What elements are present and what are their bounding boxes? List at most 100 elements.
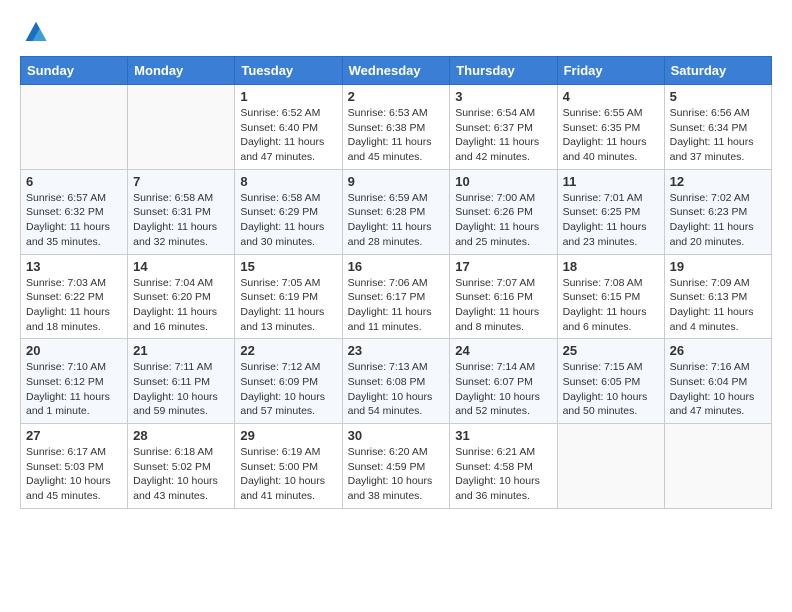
- calendar-cell: 21 Sunrise: 7:11 AM Sunset: 6:11 PM Dayli…: [128, 339, 235, 424]
- calendar-cell: 24Sunrise: 7:14 AM Sunset: 6:07 PM Dayli…: [450, 339, 557, 424]
- day-number: 27: [26, 428, 122, 443]
- day-number: 16: [348, 259, 445, 274]
- day-detail: Sunrise: 7:13 AM Sunset: 6:08 PM Dayligh…: [348, 360, 445, 419]
- day-number: 4: [563, 89, 659, 104]
- calendar-cell: 17 Sunrise: 7:07 AM Sunset: 6:16 PM Dayli…: [450, 254, 557, 339]
- day-detail: Sunrise: 6:55 AM Sunset: 6:35 PM Dayligh…: [563, 106, 659, 165]
- day-detail: Sunrise: 6:21 AM Sunset: 4:58 PM Dayligh…: [455, 445, 551, 504]
- day-number: 17: [455, 259, 551, 274]
- calendar-cell: 22Sunrise: 7:12 AM Sunset: 6:09 PM Dayli…: [235, 339, 342, 424]
- day-detail: Sunrise: 7:00 AM Sunset: 6:26 PM Dayligh…: [455, 191, 551, 250]
- day-number: 12: [670, 174, 766, 189]
- calendar-week-row: 20 Sunrise: 7:10 AM Sunset: 6:12 PM Dayli…: [21, 339, 772, 424]
- day-detail: Sunrise: 6:56 AM Sunset: 6:34 PM Dayligh…: [670, 106, 766, 165]
- calendar-cell: 8 Sunrise: 6:58 AM Sunset: 6:29 PM Daylig…: [235, 169, 342, 254]
- day-number: 3: [455, 89, 551, 104]
- calendar-cell: [21, 85, 128, 170]
- page-header: [20, 20, 772, 48]
- day-number: 20: [26, 343, 122, 358]
- day-number: 22: [240, 343, 336, 358]
- day-detail: Sunrise: 7:15 AM Sunset: 6:05 PM Dayligh…: [563, 360, 659, 419]
- day-number: 6: [26, 174, 122, 189]
- day-number: 28: [133, 428, 229, 443]
- logo-icon: [22, 20, 50, 48]
- day-detail: Sunrise: 7:09 AM Sunset: 6:13 PM Dayligh…: [670, 276, 766, 335]
- day-number: 26: [670, 343, 766, 358]
- day-number: 14: [133, 259, 229, 274]
- day-detail: Sunrise: 7:05 AM Sunset: 6:19 PM Dayligh…: [240, 276, 336, 335]
- day-detail: Sunrise: 7:04 AM Sunset: 6:20 PM Dayligh…: [133, 276, 229, 335]
- day-number: 10: [455, 174, 551, 189]
- calendar-cell: 27 Sunrise: 6:17 AM Sunset: 5:03 PM Dayli…: [21, 424, 128, 509]
- weekday-header: Friday: [557, 57, 664, 85]
- day-number: 8: [240, 174, 336, 189]
- day-number: 7: [133, 174, 229, 189]
- calendar-cell: 5Sunrise: 6:56 AM Sunset: 6:34 PM Daylig…: [664, 85, 771, 170]
- calendar-cell: 20 Sunrise: 7:10 AM Sunset: 6:12 PM Dayli…: [21, 339, 128, 424]
- calendar-week-row: 13Sunrise: 7:03 AM Sunset: 6:22 PM Dayli…: [21, 254, 772, 339]
- calendar-week-row: 6 Sunrise: 6:57 AM Sunset: 6:32 PM Daylig…: [21, 169, 772, 254]
- calendar-cell: 11Sunrise: 7:01 AM Sunset: 6:25 PM Dayli…: [557, 169, 664, 254]
- day-detail: Sunrise: 6:18 AM Sunset: 5:02 PM Dayligh…: [133, 445, 229, 504]
- day-detail: Sunrise: 7:11 AM Sunset: 6:11 PM Dayligh…: [133, 360, 229, 419]
- day-detail: Sunrise: 7:10 AM Sunset: 6:12 PM Dayligh…: [26, 360, 122, 419]
- calendar-cell: 30 Sunrise: 6:20 AM Sunset: 4:59 PM Dayli…: [342, 424, 450, 509]
- calendar-cell: [128, 85, 235, 170]
- calendar-cell: 12 Sunrise: 7:02 AM Sunset: 6:23 PM Dayli…: [664, 169, 771, 254]
- calendar-cell: 31 Sunrise: 6:21 AM Sunset: 4:58 PM Dayli…: [450, 424, 557, 509]
- day-detail: Sunrise: 7:01 AM Sunset: 6:25 PM Dayligh…: [563, 191, 659, 250]
- calendar-cell: 6 Sunrise: 6:57 AM Sunset: 6:32 PM Daylig…: [21, 169, 128, 254]
- day-detail: Sunrise: 6:54 AM Sunset: 6:37 PM Dayligh…: [455, 106, 551, 165]
- day-detail: Sunrise: 6:20 AM Sunset: 4:59 PM Dayligh…: [348, 445, 445, 504]
- day-detail: Sunrise: 7:06 AM Sunset: 6:17 PM Dayligh…: [348, 276, 445, 335]
- weekday-header: Saturday: [664, 57, 771, 85]
- day-number: 18: [563, 259, 659, 274]
- day-detail: Sunrise: 6:52 AM Sunset: 6:40 PM Dayligh…: [240, 106, 336, 165]
- weekday-header: Wednesday: [342, 57, 450, 85]
- calendar-cell: 29Sunrise: 6:19 AM Sunset: 5:00 PM Dayli…: [235, 424, 342, 509]
- day-detail: Sunrise: 7:08 AM Sunset: 6:15 PM Dayligh…: [563, 276, 659, 335]
- calendar-cell: 15 Sunrise: 7:05 AM Sunset: 6:19 PM Dayli…: [235, 254, 342, 339]
- calendar-cell: 19 Sunrise: 7:09 AM Sunset: 6:13 PM Dayli…: [664, 254, 771, 339]
- calendar-cell: 7 Sunrise: 6:58 AM Sunset: 6:31 PM Daylig…: [128, 169, 235, 254]
- weekday-header: Thursday: [450, 57, 557, 85]
- calendar-cell: 14 Sunrise: 7:04 AM Sunset: 6:20 PM Dayli…: [128, 254, 235, 339]
- calendar-cell: [664, 424, 771, 509]
- day-detail: Sunrise: 6:58 AM Sunset: 6:31 PM Dayligh…: [133, 191, 229, 250]
- day-detail: Sunrise: 6:58 AM Sunset: 6:29 PM Dayligh…: [240, 191, 336, 250]
- day-number: 9: [348, 174, 445, 189]
- calendar-cell: 10 Sunrise: 7:00 AM Sunset: 6:26 PM Dayli…: [450, 169, 557, 254]
- day-number: 19: [670, 259, 766, 274]
- day-number: 25: [563, 343, 659, 358]
- day-detail: Sunrise: 6:57 AM Sunset: 6:32 PM Dayligh…: [26, 191, 122, 250]
- day-detail: Sunrise: 7:07 AM Sunset: 6:16 PM Dayligh…: [455, 276, 551, 335]
- calendar-cell: 23Sunrise: 7:13 AM Sunset: 6:08 PM Dayli…: [342, 339, 450, 424]
- day-number: 13: [26, 259, 122, 274]
- day-number: 29: [240, 428, 336, 443]
- calendar-cell: 3 Sunrise: 6:54 AM Sunset: 6:37 PM Daylig…: [450, 85, 557, 170]
- day-number: 15: [240, 259, 336, 274]
- calendar-cell: 28 Sunrise: 6:18 AM Sunset: 5:02 PM Dayli…: [128, 424, 235, 509]
- day-detail: Sunrise: 6:59 AM Sunset: 6:28 PM Dayligh…: [348, 191, 445, 250]
- calendar-cell: 4 Sunrise: 6:55 AM Sunset: 6:35 PM Daylig…: [557, 85, 664, 170]
- calendar-cell: 18 Sunrise: 7:08 AM Sunset: 6:15 PM Dayli…: [557, 254, 664, 339]
- day-detail: Sunrise: 7:02 AM Sunset: 6:23 PM Dayligh…: [670, 191, 766, 250]
- day-number: 1: [240, 89, 336, 104]
- calendar-week-row: 1 Sunrise: 6:52 AM Sunset: 6:40 PM Daylig…: [21, 85, 772, 170]
- calendar-cell: 25 Sunrise: 7:15 AM Sunset: 6:05 PM Dayli…: [557, 339, 664, 424]
- day-number: 30: [348, 428, 445, 443]
- day-number: 24: [455, 343, 551, 358]
- day-detail: Sunrise: 6:17 AM Sunset: 5:03 PM Dayligh…: [26, 445, 122, 504]
- weekday-header: Sunday: [21, 57, 128, 85]
- calendar-cell: 16 Sunrise: 7:06 AM Sunset: 6:17 PM Dayli…: [342, 254, 450, 339]
- calendar-cell: 13Sunrise: 7:03 AM Sunset: 6:22 PM Dayli…: [21, 254, 128, 339]
- day-number: 31: [455, 428, 551, 443]
- day-detail: Sunrise: 6:53 AM Sunset: 6:38 PM Dayligh…: [348, 106, 445, 165]
- weekday-header: Tuesday: [235, 57, 342, 85]
- day-number: 2: [348, 89, 445, 104]
- calendar-cell: 9 Sunrise: 6:59 AM Sunset: 6:28 PM Daylig…: [342, 169, 450, 254]
- day-number: 21: [133, 343, 229, 358]
- calendar-table: SundayMondayTuesdayWednesdayThursdayFrid…: [20, 56, 772, 509]
- weekday-header: Monday: [128, 57, 235, 85]
- calendar-cell: 26Sunrise: 7:16 AM Sunset: 6:04 PM Dayli…: [664, 339, 771, 424]
